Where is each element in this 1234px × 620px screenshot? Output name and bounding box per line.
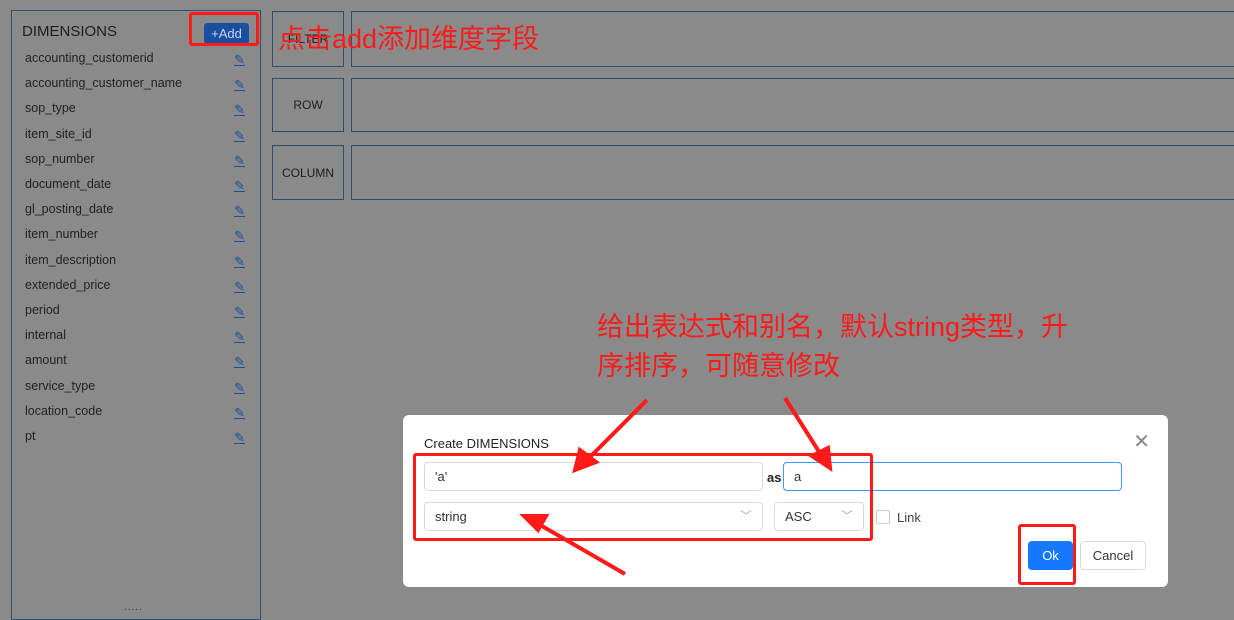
highlight-ok: [1018, 524, 1076, 585]
resize-handle[interactable]: .....: [124, 602, 143, 613]
column-label: COLUMN: [272, 145, 344, 200]
dimension-item[interactable]: period ✎: [25, 303, 245, 323]
pencil-icon[interactable]: ✎: [234, 354, 245, 370]
dimension-item[interactable]: extended_price ✎: [25, 278, 245, 298]
dimension-name: accounting_customer_name: [25, 76, 183, 91]
pencil-icon[interactable]: ✎: [234, 128, 245, 144]
dimension-item[interactable]: pt ✎: [25, 429, 245, 449]
pencil-icon[interactable]: ✎: [234, 178, 245, 194]
pencil-icon[interactable]: ✎: [234, 304, 245, 320]
row-label: ROW: [272, 78, 344, 132]
dimension-name: extended_price: [25, 277, 111, 292]
pencil-icon[interactable]: ✎: [234, 405, 245, 421]
dimension-item[interactable]: sop_type ✎: [25, 101, 245, 121]
dimension-item[interactable]: service_type ✎: [25, 379, 245, 399]
pencil-icon[interactable]: ✎: [234, 430, 245, 446]
dimension-name: item_description: [25, 252, 117, 267]
link-label: Link: [897, 510, 921, 525]
pencil-icon[interactable]: ✎: [234, 102, 245, 118]
dimension-name: item_site_id: [25, 126, 92, 141]
cancel-button[interactable]: Cancel: [1080, 541, 1146, 570]
dimension-item[interactable]: item_site_id ✎: [25, 127, 245, 147]
dimension-item[interactable]: accounting_customer_name ✎: [25, 76, 245, 96]
highlight-add: [189, 12, 259, 46]
dimension-name: pt: [25, 429, 36, 443]
pencil-icon[interactable]: ✎: [234, 228, 245, 244]
panel-title: DIMENSIONS: [22, 23, 118, 40]
pencil-icon[interactable]: ✎: [234, 254, 245, 270]
dimension-name: sop_type: [25, 101, 76, 116]
link-checkbox[interactable]: [876, 510, 890, 524]
pencil-icon[interactable]: ✎: [234, 279, 245, 295]
close-icon[interactable]: ✕: [1133, 429, 1150, 454]
highlight-fields: [413, 453, 873, 541]
dimension-name: document_date: [25, 177, 112, 191]
dimension-name: accounting_customerid: [25, 51, 154, 65]
dimension-item[interactable]: sop_number ✎: [25, 152, 245, 172]
dimensions-panel: DIMENSIONS +Add accounting_customerid ✎ ac…: [11, 10, 261, 620]
pencil-icon[interactable]: ✎: [234, 203, 245, 219]
dimension-item[interactable]: document_date ✎: [25, 177, 245, 197]
dimension-name: service_type: [25, 378, 96, 393]
pencil-icon[interactable]: ✎: [234, 380, 245, 396]
pencil-icon[interactable]: ✎: [234, 153, 245, 169]
dimension-item[interactable]: internal ✎: [25, 328, 245, 348]
dimension-name: sop_number: [25, 151, 95, 166]
dimension-item[interactable]: accounting_customerid ✎: [25, 51, 245, 71]
dimension-item[interactable]: item_description ✎: [25, 253, 245, 273]
dimension-item[interactable]: location_code ✎: [25, 404, 245, 424]
dimension-item[interactable]: amount ✎: [25, 353, 245, 373]
column-dropzone[interactable]: [351, 145, 1234, 200]
pencil-icon[interactable]: ✎: [234, 52, 245, 68]
dimension-name: period: [25, 303, 60, 317]
dimension-name: gl_posting_date: [25, 202, 114, 217]
annotation-line1: 给出表达式和别名，默认string类型，升: [597, 312, 1069, 342]
dimension-name: item_number: [25, 227, 98, 242]
dimension-name: amount: [25, 353, 67, 368]
annotation-add: 点击add添加维度字段: [278, 24, 540, 54]
annotation-line2: 序排序，可随意修改: [597, 351, 840, 381]
pencil-icon[interactable]: ✎: [234, 77, 245, 93]
dimension-name: internal: [25, 328, 66, 343]
pencil-icon[interactable]: ✎: [234, 329, 245, 345]
dimension-name: location_code: [25, 403, 103, 418]
dimension-item[interactable]: item_number ✎: [25, 227, 245, 247]
dimension-item[interactable]: gl_posting_date ✎: [25, 202, 245, 222]
dialog-title: Create DIMENSIONS: [424, 436, 549, 451]
row-dropzone[interactable]: [351, 78, 1234, 132]
